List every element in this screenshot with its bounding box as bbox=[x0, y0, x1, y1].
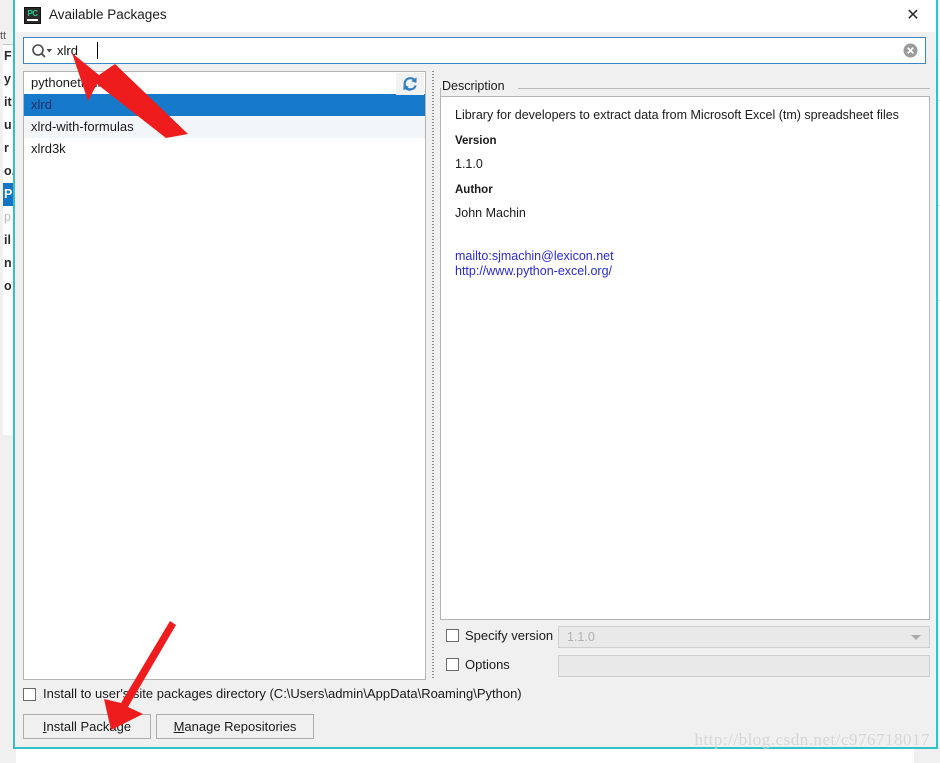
panel-splitter[interactable] bbox=[429, 71, 438, 680]
list-item[interactable]: xlrd3k bbox=[24, 138, 425, 160]
homepage-link[interactable]: http://www.python-excel.org/ bbox=[455, 264, 915, 280]
options-row: Options bbox=[440, 655, 930, 677]
search-icon[interactable] bbox=[31, 43, 53, 59]
pycharm-icon: PC bbox=[24, 7, 41, 24]
title-bar: PC Available Packages ✕ bbox=[15, 0, 936, 32]
group-border-line bbox=[518, 88, 930, 89]
options-label: Options bbox=[465, 657, 510, 672]
manage-label-rest: anage Repositories bbox=[184, 719, 297, 734]
version-select[interactable]: 1.1.0 bbox=[558, 626, 930, 648]
close-icon[interactable]: ✕ bbox=[890, 0, 936, 31]
group-border-tick bbox=[440, 88, 441, 96]
specify-version-row: Specify version 1.1.0 bbox=[440, 626, 930, 648]
splitter-grip-dots bbox=[432, 71, 434, 680]
clear-circle-icon[interactable] bbox=[903, 43, 918, 58]
mailto-link[interactable]: mailto:sjmachin@lexicon.net bbox=[455, 249, 915, 265]
install-package-button[interactable]: Install Package bbox=[23, 714, 151, 739]
description-panel: Library for developers to extract data f… bbox=[440, 96, 930, 620]
refresh-icon[interactable] bbox=[396, 73, 424, 95]
description-summary: Library for developers to extract data f… bbox=[455, 108, 899, 122]
search-input[interactable]: xlrd bbox=[57, 43, 78, 58]
version-select-value: 1.1.0 bbox=[567, 630, 595, 644]
version-heading: Version bbox=[455, 135, 497, 148]
description-links: mailto:sjmachin@lexicon.net http://www.p… bbox=[455, 249, 915, 280]
description-group: Description Library for developers to ex… bbox=[440, 79, 930, 620]
specify-version-checkbox[interactable] bbox=[446, 629, 459, 642]
available-packages-dialog: PC Available Packages ✕ xlrd pythonetl-x… bbox=[13, 0, 938, 749]
options-checkbox[interactable] bbox=[446, 658, 459, 671]
window-title: Available Packages bbox=[49, 7, 167, 22]
description-legend: Description bbox=[442, 79, 510, 93]
install-to-user-checkbox[interactable] bbox=[23, 688, 36, 701]
watermark-text: http://blog.csdn.net/c976718017 bbox=[694, 730, 930, 749]
author-value: John Machin bbox=[455, 206, 526, 221]
specify-version-label: Specify version bbox=[465, 628, 554, 643]
manage-repositories-button[interactable]: Manage Repositories bbox=[156, 714, 314, 739]
search-field[interactable]: xlrd bbox=[23, 37, 926, 64]
list-item[interactable]: xlrd-with-formulas bbox=[24, 116, 425, 138]
install-to-user-label: Install to user's site packages director… bbox=[43, 686, 522, 701]
text-caret bbox=[97, 42, 98, 59]
options-input[interactable] bbox=[558, 655, 930, 677]
chevron-down-icon bbox=[911, 635, 921, 640]
manage-mnemonic: M bbox=[173, 719, 185, 734]
package-list[interactable]: pythonetl-xlrd xlrd xlrd-with-formulas x… bbox=[23, 71, 426, 680]
install-label-rest: nstall Package bbox=[46, 719, 132, 734]
version-value: 1.1.0 bbox=[455, 157, 483, 172]
author-heading: Author bbox=[455, 184, 493, 197]
list-item-selected[interactable]: xlrd bbox=[24, 94, 425, 116]
list-item[interactable]: pythonetl-xlrd bbox=[24, 72, 425, 94]
